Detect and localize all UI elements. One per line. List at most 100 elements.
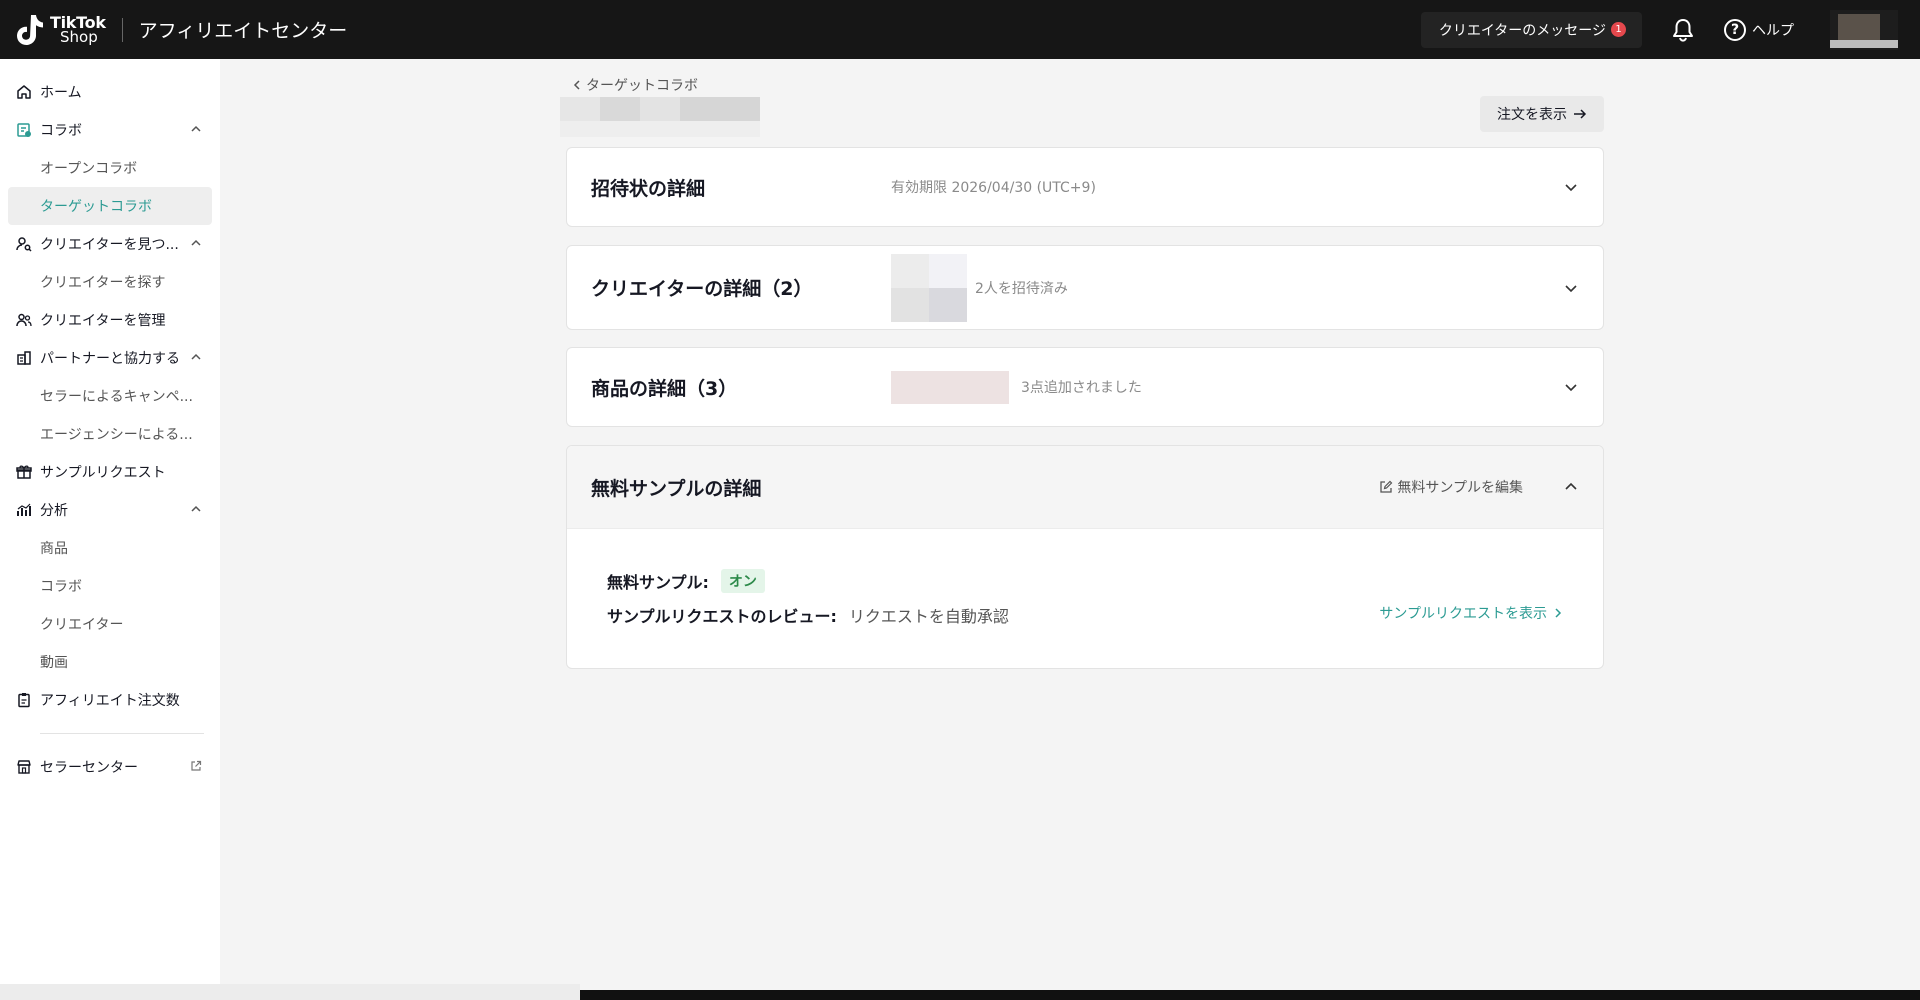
chevron-up-icon[interactable]: [1563, 479, 1579, 495]
free-sample-status-row: 無料サンプル: オン: [607, 569, 1563, 593]
sidebar-item-manage-creators[interactable]: クリエイターを管理: [0, 301, 220, 339]
bottom-scroll-area: [0, 984, 580, 1000]
creator-messages-label: クリエイターのメッセージ: [1438, 22, 1606, 39]
product-details-header[interactable]: 商品の詳細（3） 3点追加されました: [567, 348, 1603, 426]
invitation-expiry: 有効期限 2026/04/30 (UTC+9): [891, 180, 1096, 196]
sidebar-item-label: 分析: [40, 503, 68, 519]
chevron-down-icon[interactable]: [1563, 280, 1579, 296]
products-added-count: 3点追加されました: [1021, 380, 1142, 396]
sidebar-item-creators[interactable]: クリエイター: [0, 605, 220, 643]
avatar-name-bar: [1830, 39, 1898, 48]
edit-free-sample-label: 無料サンプルを編集: [1397, 480, 1523, 496]
creators-invited-count: 2人を招待済み: [975, 280, 1068, 297]
sidebar-item-label: ホーム: [40, 85, 82, 101]
sidebar-item-label: アフィリエイト注文数: [40, 693, 180, 709]
people-icon: [16, 312, 32, 328]
header-divider: [121, 17, 123, 42]
sidebar-item-search-creators[interactable]: クリエイターを探す: [0, 263, 220, 301]
sidebar-item-label: クリエイターを管理: [40, 313, 166, 329]
horizontal-scrollbar[interactable]: [580, 990, 1920, 1000]
app-title: アフィリエイトセンター: [138, 20, 348, 42]
gift-icon: [16, 464, 32, 480]
top-bar: TikTok Shop アフィリエイトセンター クリエイターのメッセージ 1 ?…: [0, 0, 1920, 59]
building-icon: [16, 350, 32, 366]
sidebar: ホーム コラボ オープンコラボ ターゲットコラボ クリエイターを見つ... クリ…: [0, 59, 220, 984]
sidebar-item-label: クリエイターを見つ...: [40, 237, 179, 253]
creator-details-header[interactable]: クリエイターの詳細（2） 2人を招待済み: [567, 246, 1603, 329]
view-orders-label: 注文を表示: [1497, 107, 1567, 123]
logo-wordmark: TikTok Shop: [50, 14, 106, 46]
sidebar-item-open-collab[interactable]: オープンコラボ: [0, 149, 220, 187]
store-icon: [16, 759, 32, 775]
sidebar-item-collab-analytics[interactable]: コラボ: [0, 567, 220, 605]
sidebar-item-label: セラーセンター: [40, 760, 138, 776]
redacted-collab-title: [560, 97, 760, 137]
chevron-up-icon: [191, 505, 201, 512]
analytics-icon: [16, 502, 32, 518]
view-sample-requests-label: サンプルリクエストを表示: [1379, 606, 1547, 622]
view-sample-requests-link[interactable]: サンプルリクエストを表示: [1379, 603, 1563, 623]
sidebar-item-analytics[interactable]: 分析: [0, 491, 220, 529]
account-avatar[interactable]: [1830, 9, 1898, 50]
sidebar-item-collab[interactable]: コラボ: [0, 111, 220, 149]
invitation-details-header[interactable]: 招待状の詳細 有効期限 2026/04/30 (UTC+9): [567, 148, 1603, 226]
free-sample-details-card: 無料サンプルの詳細 無料サンプルを編集 無料サンプル: オン サンプルリクエスト…: [566, 445, 1604, 669]
sidebar-item-target-collab[interactable]: ターゲットコラボ: [8, 187, 212, 225]
sidebar-item-find-creators[interactable]: クリエイターを見つ...: [0, 225, 220, 263]
sample-review-value: リクエストを自動承認: [848, 607, 1009, 626]
sidebar-item-agency[interactable]: エージェンシーによる...: [0, 415, 220, 453]
creator-avatar: [891, 287, 929, 322]
sample-review-label: サンプルリクエストのレビュー:: [607, 607, 837, 626]
home-icon: [16, 84, 32, 100]
status-badge: オン: [720, 569, 765, 593]
notifications-button[interactable]: [1668, 15, 1698, 45]
sidebar-item-label: コラボ: [40, 123, 82, 139]
product-details-card: 商品の詳細（3） 3点追加されました: [566, 347, 1604, 427]
free-sample-details-header[interactable]: 無料サンプルの詳細 無料サンプルを編集: [567, 446, 1603, 529]
collab-icon: [16, 122, 32, 138]
arrow-right-icon: [1574, 109, 1587, 119]
clipboard-icon: [16, 692, 32, 708]
chevron-up-icon: [191, 353, 201, 360]
sidebar-divider: [40, 733, 204, 734]
creator-messages-button[interactable]: クリエイターのメッセージ 1: [1420, 11, 1642, 48]
invitation-details-card: 招待状の詳細 有効期限 2026/04/30 (UTC+9): [566, 147, 1604, 227]
tiktok-shop-logo[interactable]: TikTok Shop: [14, 0, 106, 59]
sidebar-item-home[interactable]: ホーム: [0, 73, 220, 111]
sidebar-item-label: パートナーと協力する: [40, 351, 180, 367]
breadcrumb-label: ターゲットコラボ: [586, 78, 698, 94]
sidebar-item-seller-campaigns[interactable]: セラーによるキャンペ...: [0, 377, 220, 415]
creator-avatars: [891, 253, 967, 322]
sidebar-item-sample-requests[interactable]: サンプルリクエスト: [0, 453, 220, 491]
avatar-image: [1838, 13, 1880, 40]
sidebar-item-products[interactable]: 商品: [0, 529, 220, 567]
sidebar-item-partners[interactable]: パートナーと協力する: [0, 339, 220, 377]
chevron-right-icon: [1555, 608, 1562, 618]
breadcrumb-back[interactable]: ターゲットコラボ: [572, 75, 698, 95]
creator-details-card: クリエイターの詳細（2） 2人を招待済み: [566, 245, 1604, 330]
help-button[interactable]: ? ヘルプ: [1724, 18, 1794, 41]
help-label: ヘルプ: [1752, 22, 1794, 39]
chevron-up-icon: [191, 125, 201, 132]
chevron-left-icon: [573, 80, 580, 90]
creator-avatar: [929, 287, 967, 322]
sidebar-item-seller-center[interactable]: セラーセンター: [0, 748, 220, 786]
creator-avatar: [891, 253, 929, 288]
sidebar-item-videos[interactable]: 動画: [0, 643, 220, 681]
person-search-icon: [16, 236, 32, 252]
tiktok-logo-icon: [17, 14, 43, 45]
chevron-up-icon: [191, 239, 201, 246]
messages-badge: 1: [1611, 22, 1626, 37]
edit-free-sample-button[interactable]: 無料サンプルを編集: [1379, 477, 1523, 497]
header-actions: クリエイターのメッセージ 1 ? ヘルプ: [1420, 0, 1920, 59]
chevron-down-icon[interactable]: [1563, 179, 1579, 195]
free-sample-details-title: 無料サンプルの詳細: [591, 477, 762, 500]
help-icon: ?: [1724, 18, 1746, 41]
sidebar-item-affiliate-orders[interactable]: アフィリエイト注文数: [0, 681, 220, 719]
invitation-details-title: 招待状の詳細: [591, 177, 706, 200]
external-link-icon: [191, 760, 202, 771]
view-orders-button[interactable]: 注文を表示: [1480, 96, 1604, 132]
creator-details-title: クリエイターの詳細（2）: [591, 278, 813, 300]
chevron-down-icon[interactable]: [1563, 379, 1579, 395]
logo-line2: Shop: [60, 27, 98, 46]
